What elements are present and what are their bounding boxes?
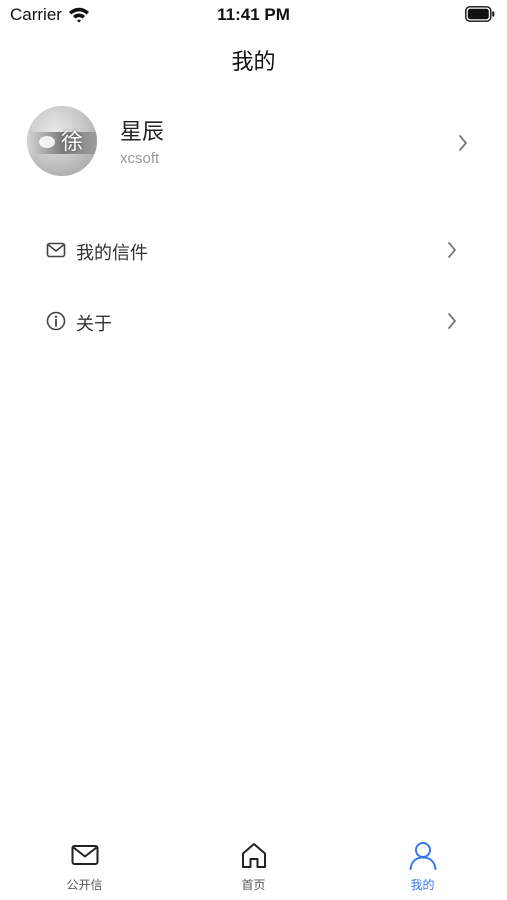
mail-icon (46, 242, 66, 258)
profile-name: 星辰 (120, 120, 165, 145)
tab-label: 公开信 (66, 878, 103, 892)
page-title: 我的 (231, 50, 276, 75)
chevron-right-icon (448, 313, 456, 329)
tab-mine[interactable]: 我的 (338, 830, 507, 900)
battery-icon (465, 6, 495, 22)
tab-label: 我的 (410, 878, 435, 892)
menu-item-label: 我的信件 (76, 243, 148, 264)
mail-icon (71, 845, 99, 865)
person-icon (409, 842, 437, 870)
status-bar: Carrier 11:41 PM (0, 0, 507, 30)
avatar-glyph: 徐 (61, 130, 84, 155)
menu-item-label: 关于 (76, 314, 112, 335)
menu-item-about[interactable]: 关于 (0, 296, 507, 346)
menu-item-my-letters[interactable]: 我的信件 (0, 225, 507, 275)
avatar: 徐 (27, 106, 97, 176)
clock: 11:41 PM (217, 5, 290, 24)
avatar-spot (39, 136, 55, 148)
chevron-right-icon (448, 242, 456, 258)
tab-label: 首页 (241, 878, 266, 892)
chevron-right-icon (459, 135, 467, 151)
info-icon (46, 311, 66, 331)
tab-public-letters[interactable]: 公开信 (0, 830, 169, 900)
tab-bar: 公开信 首页 我的 (0, 830, 507, 900)
profile-row[interactable]: 徐 星辰 xcsoft (0, 100, 507, 190)
home-icon (242, 843, 266, 868)
tab-home[interactable]: 首页 (169, 830, 338, 900)
profile-account: xcsoft (120, 150, 160, 167)
